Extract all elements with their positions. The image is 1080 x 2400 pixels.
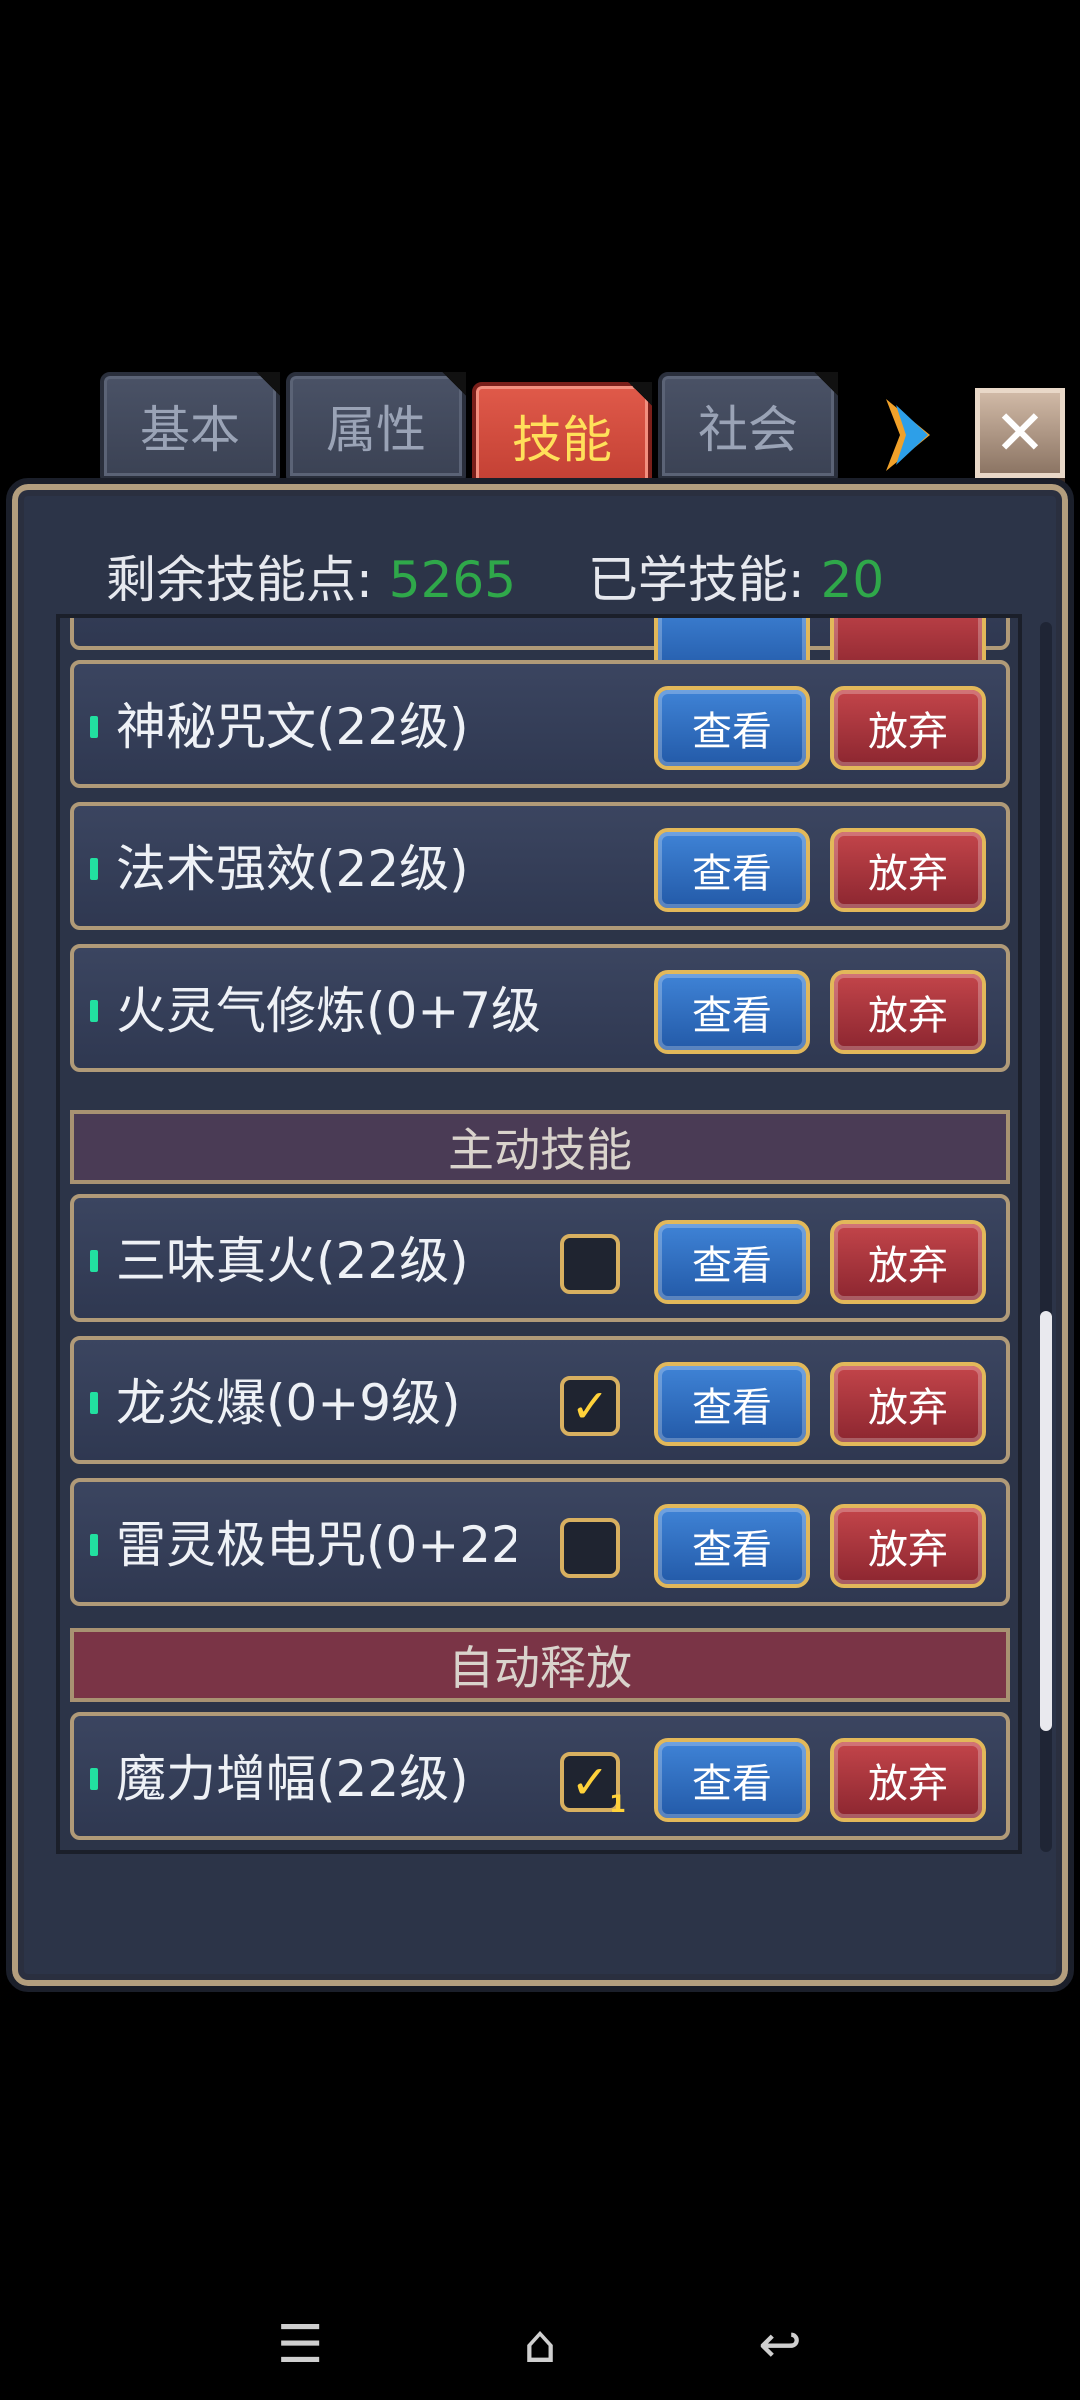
view-button[interactable]: 查看 [654,1738,810,1822]
list-item: 雷灵极电咒(0+22 查看 放弃 [70,1478,1010,1606]
tab-social[interactable]: 社会 [658,372,838,480]
section-header-active-skills: 主动技能 [70,1110,1010,1184]
skill-name: 三味真火(22级) [116,1232,469,1290]
skill-checkbox[interactable]: ✓ [560,1376,620,1436]
row-marker [90,1392,98,1414]
remaining-points-label: 剩余技能点: [106,551,373,609]
row-marker [90,858,98,880]
tab-label: 基本 [140,401,240,459]
menu-icon[interactable]: ☰ [270,2319,330,2371]
skill-name: 火灵气修炼(0+7级 [116,982,542,1040]
skill-checkbox[interactable] [560,1518,620,1578]
back-icon[interactable]: ↩ [750,2319,810,2371]
skill-name: 雷灵极电咒(0+22 [116,1516,516,1574]
tab-attributes[interactable]: 属性 [286,372,466,480]
remaining-points-value: 5265 [388,551,517,609]
list-item: 火灵气修炼(0+7级 查看 放弃 [70,944,1010,1072]
skill-name: 龙炎爆(0+9级) [116,1374,461,1432]
cast-order: 1 [609,1790,626,1818]
tab-label: 属性 [326,401,426,459]
row-marker [90,1768,98,1790]
learned-skills-label: 已学技能: [587,551,805,609]
view-button[interactable]: 查看 [654,686,810,770]
row-marker [90,716,98,738]
row-marker [90,1000,98,1022]
view-button[interactable]: 查看 [654,828,810,912]
close-icon[interactable]: ✕ [975,388,1065,478]
abandon-button[interactable]: 放弃 [830,1738,986,1822]
abandon-button[interactable]: 放弃 [830,1220,986,1304]
skill-list[interactable]: 神秘咒文(22级) 查看 放弃 法术强效(22级) 查看 放弃 火灵气修炼(0+… [56,614,1022,1854]
abandon-button[interactable]: 放弃 [830,1362,986,1446]
view-button[interactable]: 查看 [654,1220,810,1304]
section-header-auto-cast: 自动释放 [70,1628,1010,1702]
skill-checkbox[interactable]: ✓ 1 [560,1752,626,1818]
skill-stats: 剩余技能点: 5265 已学技能: 20 [106,540,1006,610]
abandon-button[interactable]: 放弃 [830,970,986,1054]
skill-name: 法术强效(22级) [116,840,469,898]
list-item: 三味真火(22级) 查看 放弃 [70,1194,1010,1322]
row-marker [90,1534,98,1556]
arrow-right-icon[interactable] [878,395,938,475]
abandon-button[interactable]: 放弃 [830,686,986,770]
check-icon: ✓ [570,1379,610,1433]
tab-label: 技能 [512,411,612,469]
learned-skills-value: 20 [820,551,885,609]
skill-name: 魔力增幅(22级) [116,1750,469,1808]
scrollbar-thumb[interactable] [1040,1311,1052,1731]
system-nav-bar: ☰ ⌂ ↩ [0,2300,1080,2380]
skill-checkbox[interactable] [560,1234,620,1294]
tab-basic[interactable]: 基本 [100,372,280,480]
list-item: 魔力增幅(22级) ✓ 1 查看 放弃 [70,1712,1010,1840]
view-button[interactable]: 查看 [654,1504,810,1588]
scrollbar[interactable] [1040,622,1052,1852]
check-icon: ✓ [570,1755,610,1809]
skill-name: 神秘咒文(22级) [116,698,469,756]
list-item: 神秘咒文(22级) 查看 放弃 [70,660,1010,788]
view-button[interactable]: 查看 [654,970,810,1054]
home-icon[interactable]: ⌂ [510,2319,570,2371]
abandon-button[interactable]: 放弃 [830,828,986,912]
row-marker [90,1250,98,1272]
tab-label: 社会 [698,401,798,459]
view-button[interactable]: 查看 [654,1362,810,1446]
list-item: 法术强效(22级) 查看 放弃 [70,802,1010,930]
tab-skills[interactable]: 技能 [472,382,652,490]
list-item [70,618,1010,680]
abandon-button[interactable]: 放弃 [830,1504,986,1588]
list-item: 龙炎爆(0+9级) ✓ 查看 放弃 [70,1336,1010,1464]
